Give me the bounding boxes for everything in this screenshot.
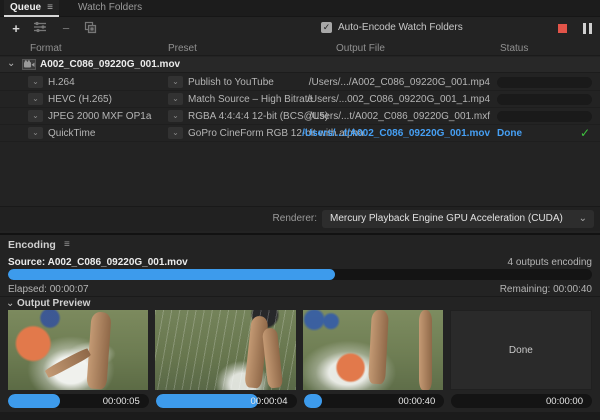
leg-shape: [368, 310, 389, 384]
preview-thumbnail-1: [8, 310, 148, 390]
preview-progress-bar: 00:00:00: [451, 394, 592, 408]
add-source-button[interactable]: +: [8, 21, 24, 37]
format-dropdown[interactable]: ⌄: [28, 93, 43, 105]
status-progress-bar: [497, 77, 592, 88]
pause-button[interactable]: [583, 23, 595, 34]
remaining-time: Remaining: 00:00:40: [500, 284, 592, 295]
queue-panel: Queue ≡ Watch Folders + −: [0, 0, 600, 231]
encoding-panel: Encoding ≡ Source: A002_C086_09220G_001.…: [0, 233, 600, 420]
preview-done-label: Done: [509, 345, 533, 356]
queue-row[interactable]: ⌄ HEVC (H.265) ⌄ Match Source – High Bit…: [0, 91, 600, 108]
format-dropdown[interactable]: ⌄: [28, 110, 43, 122]
status-progress-bar: [497, 111, 592, 122]
tab-watch-folders[interactable]: Watch Folders: [72, 0, 148, 17]
stop-button[interactable]: [558, 24, 567, 33]
panel-menu-icon[interactable]: ≡: [47, 2, 53, 13]
panel-bottom-edge: [0, 412, 600, 420]
format-label[interactable]: JPEG 2000 MXF OP1a: [48, 111, 151, 122]
column-output-file: Output File: [336, 43, 385, 54]
preview-time: 00:00:04: [251, 396, 288, 407]
preview-progress-bar: 00:00:04: [156, 394, 297, 408]
output-file-path[interactable]: /Users/...002_C086_09220G_001_1.mp4: [300, 94, 490, 105]
queue-column-headers: Format Preset Output File Status: [0, 42, 600, 56]
leg-shape: [419, 310, 432, 390]
preset-label[interactable]: Match Source – High Bitrate: [188, 94, 313, 105]
status-done-label: Done: [497, 128, 522, 139]
collapse-chevron-icon[interactable]: ⌄: [6, 298, 14, 309]
preview-time: 00:00:40: [398, 396, 435, 407]
tab-queue[interactable]: Queue ≡: [4, 0, 59, 17]
add-preset-button[interactable]: [32, 21, 48, 37]
preset-dropdown[interactable]: ⌄: [168, 93, 183, 105]
source-row[interactable]: ⌄ A002_C086_09220G_001.mov: [0, 57, 600, 73]
preview-progress-row: 00:00:05 00:00:04 00:00:40 00:00:00: [8, 394, 592, 408]
encoding-menu-icon[interactable]: ≡: [64, 239, 70, 250]
format-label[interactable]: QuickTime: [48, 128, 95, 139]
minus-icon: −: [62, 21, 70, 36]
leg-shape: [87, 311, 112, 389]
auto-encode-watch-folders[interactable]: ✓ Auto-Encode Watch Folders: [321, 22, 463, 33]
preview-time: 00:00:05: [103, 396, 140, 407]
column-preset: Preset: [168, 43, 197, 54]
format-dropdown[interactable]: ⌄: [28, 127, 43, 139]
duplicate-icon: [84, 21, 97, 34]
renderer-label: Renderer:: [273, 213, 317, 224]
output-file-path[interactable]: /Users/.../A002_C086_09220G_001.mp4: [300, 77, 490, 88]
renderer-value: Mercury Playback Engine GPU Acceleration…: [330, 213, 563, 224]
sliders-icon: [33, 21, 47, 33]
preview-time: 00:00:00: [546, 396, 583, 407]
preview-thumbnail-done: Done: [450, 310, 592, 390]
clip-icon: [22, 59, 36, 70]
duplicate-button[interactable]: [82, 21, 98, 37]
renderer-row: Renderer: Mercury Playback Engine GPU Ac…: [0, 206, 600, 231]
overall-progress-bar: [8, 269, 592, 280]
output-file-path[interactable]: /Users/...t/A002_C086_09220G_001.mxf: [300, 111, 490, 122]
done-check-icon: ✓: [580, 126, 590, 140]
preview-thumbnail-3: [303, 310, 443, 390]
preview-progress-bar: 00:00:05: [8, 394, 149, 408]
format-label[interactable]: H.264: [48, 77, 75, 88]
preset-dropdown[interactable]: ⌄: [168, 76, 183, 88]
preset-dropdown[interactable]: ⌄: [168, 110, 183, 122]
queue-toolbar: + − ✓ Auto-Encode Watch Folders: [0, 18, 600, 41]
output-file-link[interactable]: /Users/...t/A002_C086_09220G_001.mov: [300, 128, 490, 139]
plus-icon: +: [12, 21, 20, 36]
preview-progress-bar: 00:00:40: [304, 394, 445, 408]
output-preview-header[interactable]: ⌄ Output Preview: [0, 296, 600, 310]
tab-watch-folders-label: Watch Folders: [78, 2, 142, 13]
column-format: Format: [30, 43, 62, 54]
collapse-chevron-icon[interactable]: ⌄: [7, 58, 15, 69]
elapsed-time: Elapsed: 00:00:07: [8, 284, 89, 295]
format-label[interactable]: HEVC (H.265): [48, 94, 112, 105]
media-encoder-window: Queue ≡ Watch Folders + −: [0, 0, 600, 420]
tab-queue-label: Queue: [10, 2, 41, 13]
encoding-source-label: Source: A002_C086_09220G_001.mov: [8, 257, 188, 268]
queue-row[interactable]: ⌄ JPEG 2000 MXF OP1a ⌄ RGBA 4:4:4:4 12-b…: [0, 108, 600, 125]
format-dropdown[interactable]: ⌄: [28, 76, 43, 88]
pause-icon: [583, 23, 586, 34]
chevron-down-icon: ⌄: [579, 210, 587, 228]
renderer-select[interactable]: Mercury Playback Engine GPU Acceleration…: [322, 210, 594, 228]
preview-thumbnail-2: [155, 310, 295, 390]
outputs-encoding-count: 4 outputs encoding: [507, 257, 592, 268]
status-progress-bar: [497, 94, 592, 105]
column-status: Status: [500, 43, 528, 54]
preset-label[interactable]: Publish to YouTube: [188, 77, 274, 88]
auto-encode-checkbox[interactable]: ✓: [321, 22, 332, 33]
auto-encode-label: Auto-Encode Watch Folders: [338, 22, 463, 33]
preset-dropdown[interactable]: ⌄: [168, 127, 183, 139]
leg-shape: [262, 327, 284, 388]
tab-strip: Queue ≡ Watch Folders: [0, 0, 600, 17]
leg-shape: [45, 347, 92, 379]
queue-row[interactable]: ⌄ QuickTime ⌄ GoPro CineForm RGB 12-bit …: [0, 125, 600, 142]
source-filename: A002_C086_09220G_001.mov: [40, 59, 180, 70]
remove-button[interactable]: −: [58, 21, 74, 37]
output-preview-label: Output Preview: [17, 298, 90, 309]
encoding-panel-title: Encoding: [8, 239, 56, 251]
output-preview-thumbnails: Done: [8, 310, 592, 390]
queue-row[interactable]: ⌄ H.264 ⌄ Publish to YouTube /Users/.../…: [0, 74, 600, 91]
